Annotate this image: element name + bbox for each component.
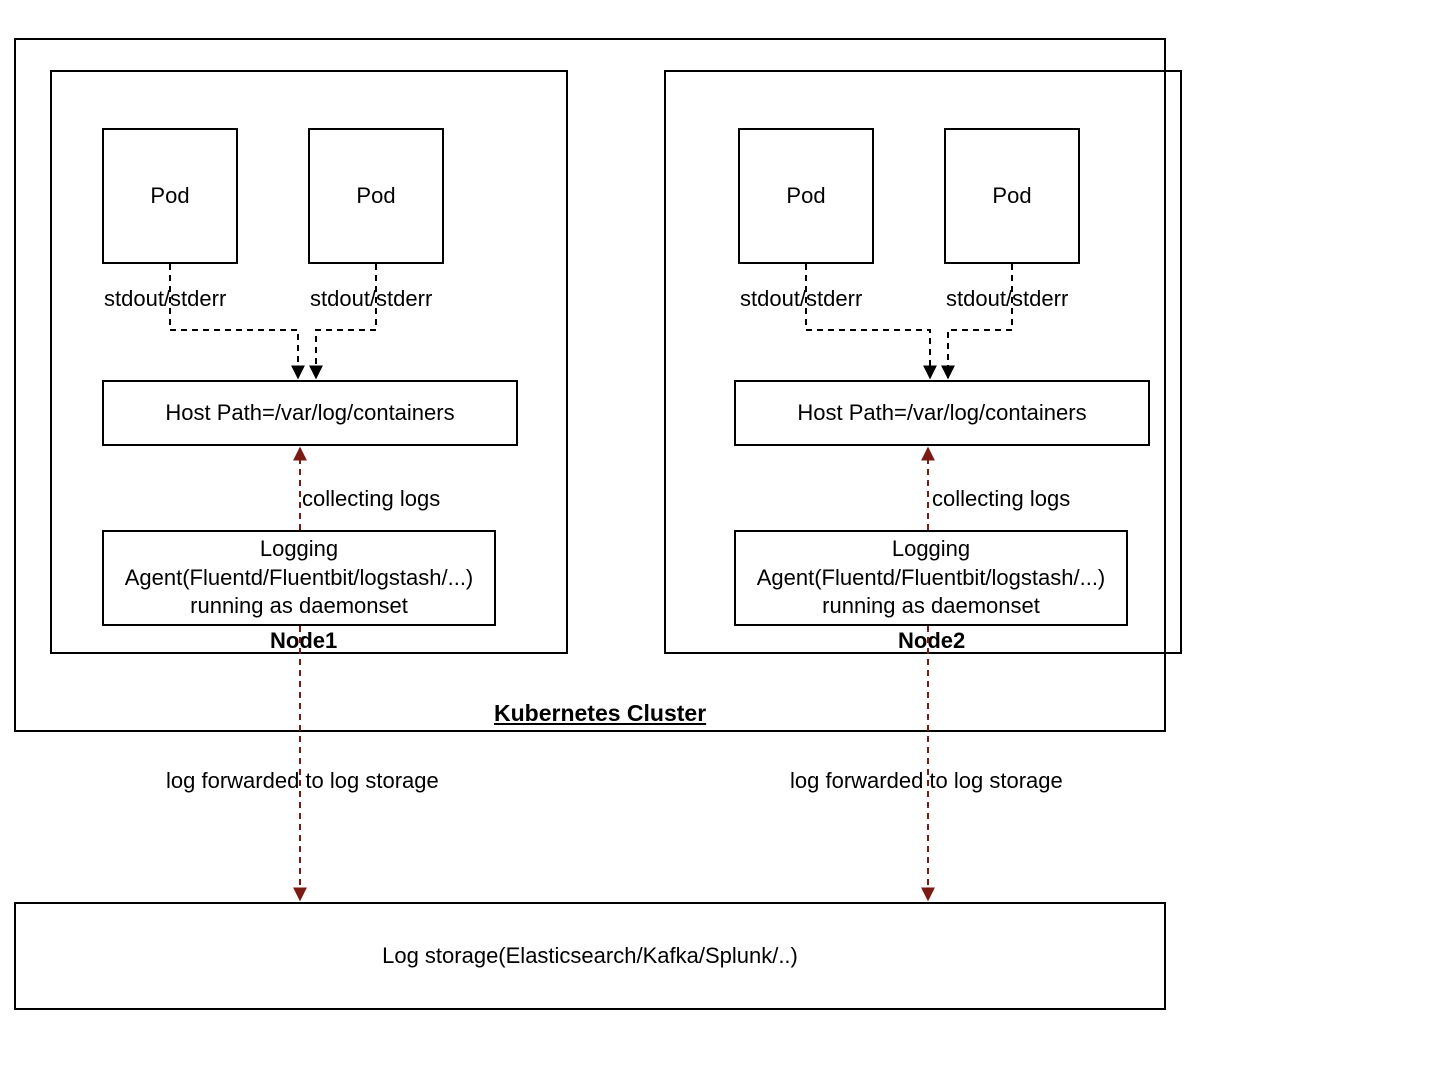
agent-n1: Logging Agent(Fluentd/Fluentbit/logstash… [102, 530, 496, 626]
node1-pod2: Pod [308, 128, 444, 264]
forward-label-n1: log forwarded to log storage [166, 768, 439, 794]
node1-pod1: Pod [102, 128, 238, 264]
node2-pod1: Pod [738, 128, 874, 264]
stdout-label-n1p1: stdout/stderr [104, 286, 226, 312]
hostpath-label: Host Path=/var/log/containers [157, 395, 462, 432]
pod-label: Pod [142, 178, 197, 215]
hostpath-n2: Host Path=/var/log/containers [734, 380, 1150, 446]
stdout-label-n1p2: stdout/stderr [310, 286, 432, 312]
storage-box: Log storage(Elasticsearch/Kafka/Splunk/.… [14, 902, 1166, 1010]
pod-label: Pod [984, 178, 1039, 215]
forward-label-n2: log forwarded to log storage [790, 768, 1063, 794]
collecting-label-n2: collecting logs [932, 486, 1070, 512]
diagram-root: Pod Pod Pod Pod stdout/stderr stdout/std… [0, 0, 1450, 1086]
pod-label: Pod [348, 178, 403, 215]
agent-label-n1: Logging Agent(Fluentd/Fluentbit/logstash… [117, 531, 482, 625]
node2-label: Node2 [898, 628, 965, 654]
hostpath-n1: Host Path=/var/log/containers [102, 380, 518, 446]
cluster-label: Kubernetes Cluster [494, 700, 706, 727]
pod-label: Pod [778, 178, 833, 215]
agent-n2: Logging Agent(Fluentd/Fluentbit/logstash… [734, 530, 1128, 626]
storage-label: Log storage(Elasticsearch/Kafka/Splunk/.… [374, 938, 806, 975]
hostpath-label: Host Path=/var/log/containers [789, 395, 1094, 432]
node1-label: Node1 [270, 628, 337, 654]
stdout-label-n2p1: stdout/stderr [740, 286, 862, 312]
node2-pod2: Pod [944, 128, 1080, 264]
collecting-label-n1: collecting logs [302, 486, 440, 512]
agent-label-n2: Logging Agent(Fluentd/Fluentbit/logstash… [749, 531, 1114, 625]
stdout-label-n2p2: stdout/stderr [946, 286, 1068, 312]
